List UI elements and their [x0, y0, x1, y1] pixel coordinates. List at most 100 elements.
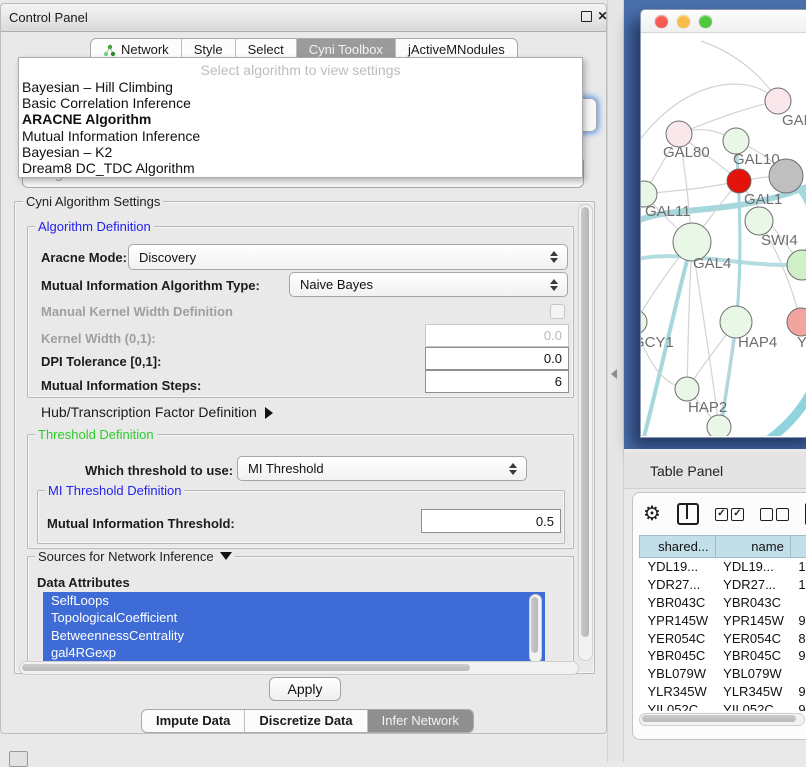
algorithm-option[interactable]: ARACNE Algorithm: [22, 111, 578, 127]
attribute-item[interactable]: gal4RGexp: [43, 644, 545, 661]
combo-stepper-icon: [509, 463, 517, 475]
table-row[interactable]: YBL079WYBL079W: [640, 665, 806, 683]
network-node-gcy1[interactable]: [641, 310, 647, 334]
table-row[interactable]: YER054CYER054C8.: [640, 629, 806, 647]
select-all-checkboxes-icon[interactable]: ✓✓: [715, 508, 744, 521]
algorithm-option[interactable]: Bayesian – K2: [22, 144, 578, 160]
mi-type-label: Mutual Information Algorithm Type:: [41, 278, 260, 293]
mi-threshold-field[interactable]: 0.5: [421, 509, 561, 533]
kernel-width-field[interactable]: 0.0: [425, 324, 569, 347]
collapsed-panel-icon[interactable]: [9, 751, 28, 767]
table-row[interactable]: YBR045CYBR045C9.: [640, 647, 806, 665]
algorithm-option[interactable]: Mutual Information Inference: [22, 128, 578, 144]
node-label: GAL11: [645, 203, 691, 220]
tab-impute-data[interactable]: Impute Data: [142, 710, 245, 732]
network-edge[interactable]: [679, 101, 778, 134]
control-panel: Control Panel ✕ NetworkStyleSelectCyni T…: [0, 3, 607, 734]
table-row[interactable]: YDL19...YDL19...13: [640, 558, 806, 576]
table-cell: YPR145W: [715, 611, 790, 629]
table-cell: [790, 594, 806, 612]
mi-steps-field[interactable]: 6: [425, 370, 569, 393]
table-row[interactable]: YIL052CYIL052C9.: [640, 700, 806, 711]
table-row[interactable]: YLR345WYLR345W9.: [640, 682, 806, 700]
network-icon: [103, 44, 116, 57]
table-cell: YLR345W: [715, 682, 790, 700]
algorithm-option[interactable]: Dream8 DC_TDC Algorithm: [22, 160, 578, 176]
network-node[interactable]: [769, 159, 803, 193]
settings-horizontal-scrollbar[interactable]: [19, 661, 579, 675]
algorithm-option[interactable]: Basic Correlation Inference: [22, 95, 578, 111]
table-row[interactable]: YBR043CYBR043C: [640, 594, 806, 612]
table-cell: YDL19...: [715, 558, 790, 576]
data-attributes-label: Data Attributes: [37, 575, 130, 590]
column-header-shared...[interactable]: shared...: [640, 536, 716, 558]
settings-vertical-scrollbar[interactable]: [578, 204, 593, 661]
node-label: Y: [797, 334, 806, 351]
which-threshold-value: MI Threshold: [248, 461, 324, 476]
tab-discretize-data[interactable]: Discretize Data: [245, 710, 367, 732]
network-node-swi4[interactable]: [745, 207, 773, 235]
node-label: GAL1: [744, 191, 782, 208]
which-threshold-combo[interactable]: MI Threshold: [237, 456, 527, 481]
attribute-item[interactable]: TopologicalCoefficient: [43, 609, 545, 626]
mi-type-combo[interactable]: Naive Bayes: [289, 272, 568, 297]
combo-stepper-icon: [550, 251, 558, 263]
table-cell: YIL052C: [640, 700, 716, 711]
network-node-gal[interactable]: [765, 88, 791, 114]
threshold-definition-title: Threshold Definition: [35, 427, 157, 442]
hub-definition-toggle[interactable]: Hub/Transcription Factor Definition: [41, 404, 273, 420]
control-panel-titlebar: Control Panel ✕: [1, 4, 606, 32]
network-node-gal1[interactable]: [727, 169, 751, 193]
aracne-mode-combo[interactable]: Discovery: [128, 244, 568, 270]
table-cell: YBR045C: [640, 647, 716, 665]
which-threshold-label: Which threshold to use:: [85, 463, 233, 478]
network-node-hap2[interactable]: [675, 377, 699, 401]
column-header-clipped[interactable]: [790, 536, 806, 558]
mi-threshold-title: MI Threshold Definition: [45, 483, 184, 498]
network-node-y[interactable]: [787, 308, 806, 336]
node-label: SWI4: [761, 232, 798, 249]
network-node[interactable]: [707, 415, 731, 436]
network-canvas[interactable]: GALGAL80GAL10GAL1GAL11SWI4GAL4GCY1HAP4YH…: [641, 33, 806, 436]
table-cell: YDR27...: [640, 576, 716, 594]
split-columns-icon[interactable]: [677, 503, 699, 525]
table-horizontal-scrollbar[interactable]: [639, 713, 805, 726]
table-cell: YLR345W: [640, 682, 716, 700]
algorithm-option[interactable]: Bayesian – Hill Climbing: [22, 79, 578, 95]
application-root: Control Panel ✕ NetworkStyleSelectCyni T…: [0, 0, 806, 762]
attribute-item[interactable]: BetweennessCentrality: [43, 627, 545, 644]
split-pane-divider[interactable]: [607, 0, 624, 762]
apply-button[interactable]: Apply: [269, 677, 341, 701]
network-edge[interactable]: [641, 84, 778, 153]
network-window-titlebar[interactable]: [641, 10, 806, 33]
tab-infer-network[interactable]: Infer Network: [368, 710, 473, 732]
divider-collapse-icon[interactable]: [611, 369, 617, 379]
deselect-all-checkboxes-icon[interactable]: [760, 508, 789, 521]
algorithm-placeholder: Select algorithm to view settings: [19, 62, 582, 78]
table-row[interactable]: YDR27...YDR27...12: [640, 576, 806, 594]
float-window-icon[interactable]: [581, 11, 592, 22]
table-cell: [790, 665, 806, 683]
manual-kernel-checkbox[interactable]: [550, 304, 565, 319]
minimize-traffic-light-icon[interactable]: [677, 15, 690, 28]
gear-icon[interactable]: ⚙: [643, 504, 661, 524]
node-table: shared...nameYDL19...YDL19...13YDR27...Y…: [639, 535, 806, 711]
network-node[interactable]: [787, 250, 806, 280]
close-traffic-light-icon[interactable]: [655, 15, 668, 28]
table-cell: YBR043C: [640, 594, 716, 612]
network-view-window[interactable]: GALGAL80GAL10GAL1GAL11SWI4GAL4GCY1HAP4YH…: [640, 9, 806, 438]
zoom-traffic-light-icon[interactable]: [699, 15, 712, 28]
dpi-tolerance-field[interactable]: 0.0: [425, 347, 569, 370]
table-cell: YIL052C: [715, 700, 790, 711]
sources-toggle[interactable]: Sources for Network Inference: [35, 549, 235, 564]
network-edge[interactable]: [767, 381, 806, 436]
table-panel-title: Table Panel: [650, 463, 723, 479]
attribute-item[interactable]: SelfLoops: [43, 592, 545, 609]
column-header-name[interactable]: name: [715, 536, 790, 558]
node-label: GAL4: [693, 255, 731, 272]
table-row[interactable]: YPR145WYPR145W9.: [640, 611, 806, 629]
table-cell: 8.: [790, 629, 806, 647]
table-cell: YBR045C: [715, 647, 790, 665]
network-edge[interactable]: [644, 181, 739, 194]
attributes-scrollbar[interactable]: [529, 594, 542, 663]
